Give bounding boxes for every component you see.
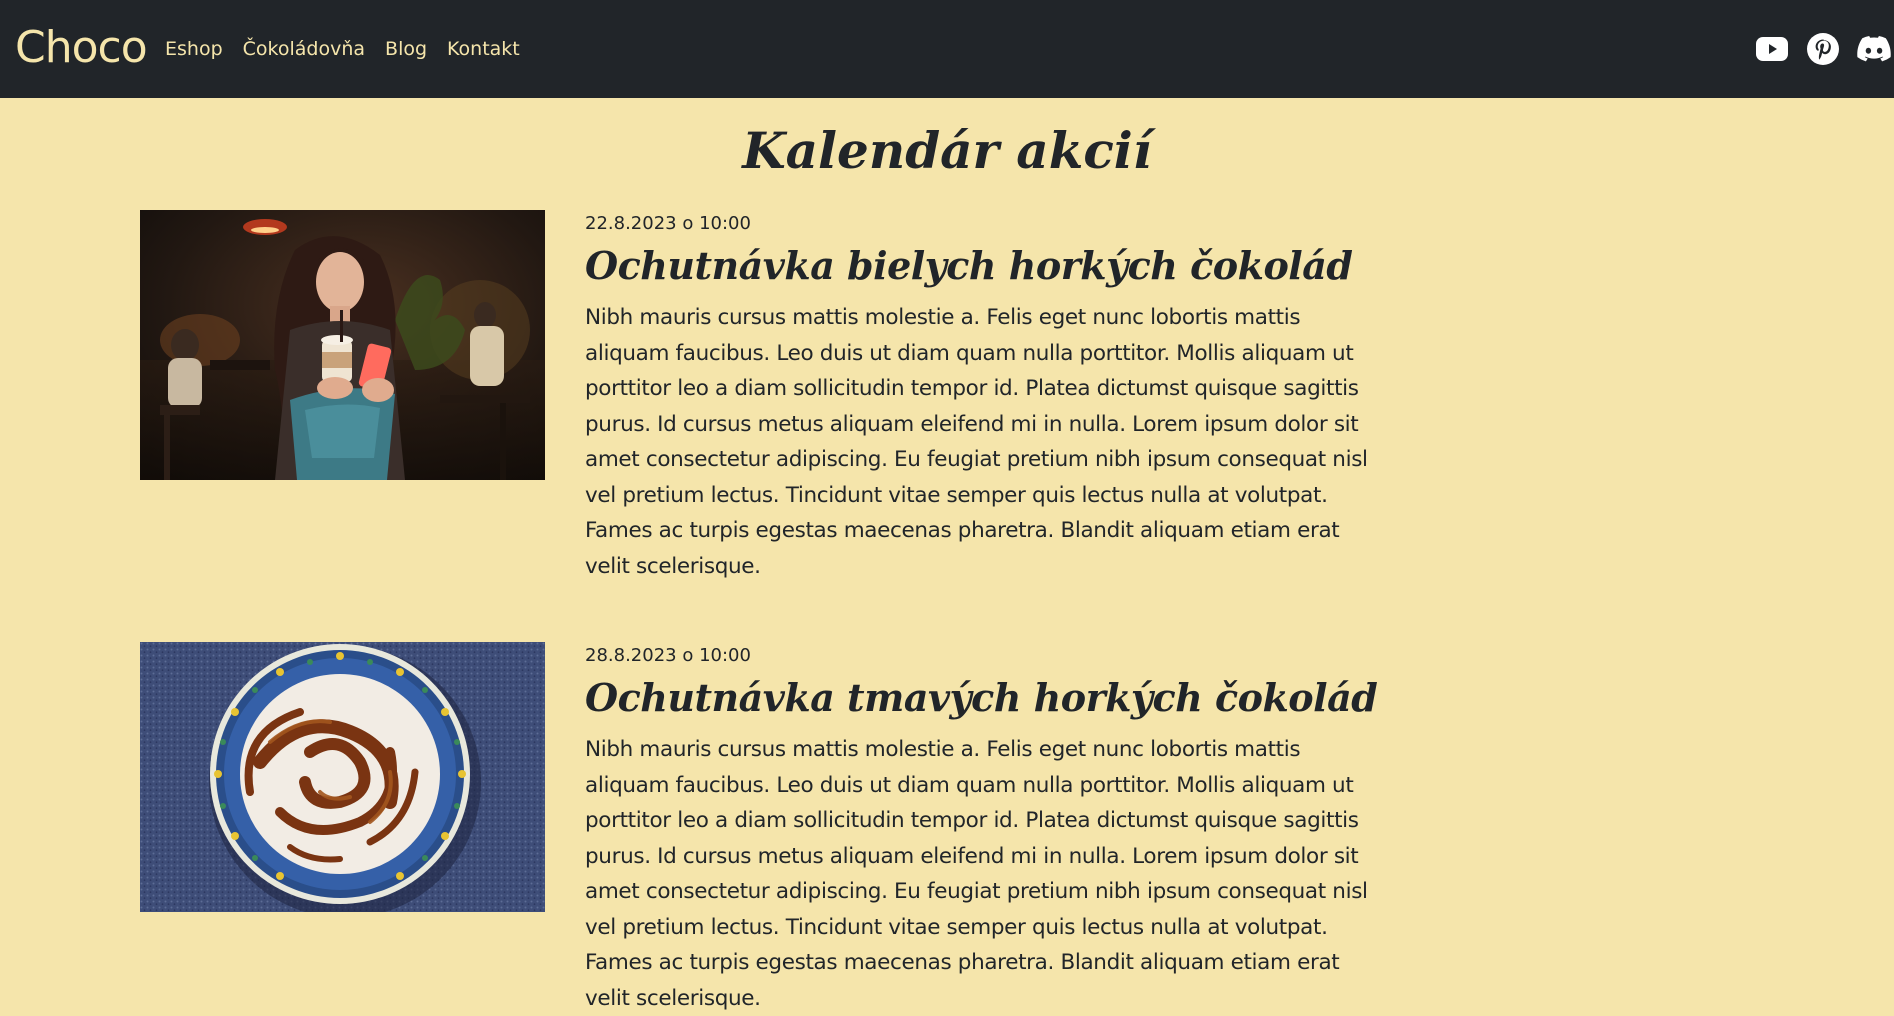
event-image-chocolate-bowl: [140, 642, 545, 912]
event-title: Ochutnávka tmavých horkých čokolád: [585, 675, 1378, 720]
nav-link-eshop[interactable]: Eshop: [165, 34, 223, 64]
event-image-woman-cafe: [140, 210, 545, 480]
event-description: Nibh mauris cursus mattis molestie a. Fe…: [585, 305, 1368, 579]
event-description: Nibh mauris cursus mattis molestie a. Fe…: [585, 737, 1368, 1011]
brand-logo-link[interactable]: Choco: [15, 18, 148, 78]
discord-icon[interactable]: [1854, 29, 1894, 69]
event-title: Ochutnávka bielych horkých čokolád: [585, 243, 1353, 288]
event-date: 28.8.2023 o 10:00: [585, 645, 751, 666]
social-links: [1741, 29, 1894, 69]
youtube-icon[interactable]: [1752, 29, 1792, 69]
nav-links: Eshop Čokoládovňa Blog Kontakt: [165, 34, 540, 64]
page-title: Kalendár akcií: [742, 121, 1152, 180]
event-body: 22.8.2023 o 10:00 Ochutnávka bielych hor…: [585, 210, 1385, 584]
pinterest-icon[interactable]: [1803, 29, 1843, 69]
nav-link-cokoladovna[interactable]: Čokoládovňa: [243, 34, 365, 64]
nav-link-kontakt[interactable]: Kontakt: [447, 34, 520, 64]
event-date: 22.8.2023 o 10:00: [585, 213, 751, 234]
event-body: 28.8.2023 o 10:00 Ochutnávka tmavých hor…: [585, 642, 1385, 1016]
navbar: Choco Eshop Čokoládovňa Blog Kontakt: [0, 0, 1894, 98]
nav-link-blog[interactable]: Blog: [385, 34, 427, 64]
